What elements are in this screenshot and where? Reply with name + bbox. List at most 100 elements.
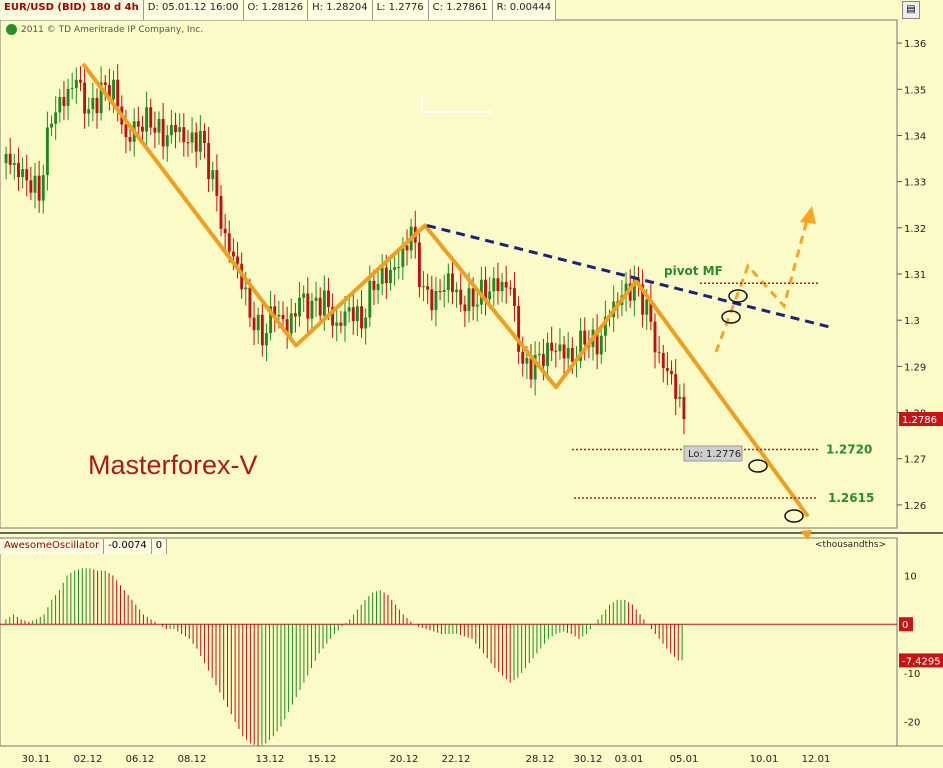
- candle-body: [211, 170, 215, 180]
- candle-body: [124, 124, 128, 138]
- candle-body: [521, 351, 525, 364]
- candle-body: [537, 354, 541, 356]
- candle-body: [500, 281, 504, 292]
- candle-body: [562, 344, 566, 359]
- candle-body: [645, 299, 649, 315]
- target2-level-label: 1.2615: [828, 491, 874, 505]
- candle-body: [599, 335, 603, 355]
- candle-body: [21, 169, 25, 178]
- candle-body: [302, 293, 306, 298]
- candle-body: [467, 288, 471, 312]
- candle-body: [79, 79, 82, 83]
- time-tick-label: 12.01: [802, 754, 831, 765]
- current-price-text: 1.2786: [902, 415, 937, 426]
- candle-body: [165, 135, 169, 147]
- price-tick-label: 1.32: [904, 224, 926, 235]
- candle-body: [442, 290, 446, 292]
- price-tick-label: 1.29: [904, 362, 926, 373]
- candle-body: [244, 287, 248, 290]
- window-menu-button[interactable]: ▤: [902, 1, 920, 19]
- candle-body: [314, 297, 318, 301]
- oscillator-panel: [0, 537, 898, 747]
- target1-level-label: 1.2720: [826, 442, 872, 456]
- candle-body: [678, 396, 682, 399]
- range-readout: R: 0.00444: [492, 0, 557, 20]
- candle-body: [190, 132, 194, 143]
- oscillator-tick-label: -20: [904, 718, 920, 729]
- time-tick-label: 30.12: [574, 754, 603, 765]
- candle-body: [451, 273, 454, 293]
- status-dot-icon: [6, 24, 17, 35]
- candle-body: [434, 291, 438, 311]
- candle-body: [161, 118, 165, 147]
- candle-body: [513, 288, 516, 307]
- candle-body: [310, 300, 314, 319]
- scale-label: <thousandths>: [815, 540, 887, 550]
- candle-body: [488, 291, 492, 300]
- candle-body: [112, 79, 115, 100]
- candle-body: [426, 286, 430, 290]
- candle-body: [169, 124, 173, 136]
- candle-body: [157, 118, 161, 133]
- copyright-line: 2011 © TD Ameritrade IP Company, Inc.: [6, 24, 203, 35]
- oscillator-name[interactable]: AwesomeOscillator: [0, 539, 105, 554]
- low-readout: L: 1.2776: [372, 0, 429, 20]
- candle-body: [4, 153, 8, 164]
- candle-body: [149, 107, 153, 128]
- candle-body: [256, 314, 260, 331]
- candle-body: [657, 352, 661, 354]
- open-readout: O: 1.28126: [243, 0, 309, 20]
- oscillator-zero-text: 0: [902, 620, 908, 631]
- symbol-label[interactable]: EUR/USD (BID) 180 d 4h: [0, 0, 144, 20]
- candle-body: [136, 121, 140, 127]
- candle-body: [368, 280, 372, 318]
- candle-body: [103, 82, 107, 86]
- time-tick-label: 15.12: [308, 754, 337, 765]
- candle-body: [508, 287, 512, 289]
- candle-body: [277, 314, 281, 317]
- chart-canvas[interactable]: 1.361.351.341.331.321.311.31.291.281.271…: [0, 0, 943, 768]
- quote-header: EUR/USD (BID) 180 d 4h D: 05.01.12 16:00…: [0, 0, 557, 20]
- candle-body: [33, 175, 37, 193]
- time-tick-label: 02.12: [74, 754, 103, 765]
- high-readout: H: 1.28204: [308, 0, 373, 20]
- candle-body: [504, 281, 508, 288]
- candle-body: [141, 126, 144, 132]
- candle-body: [74, 79, 78, 89]
- candle-body: [293, 313, 297, 317]
- candle-body: [360, 306, 363, 329]
- candle-body: [54, 112, 58, 124]
- candle-body: [496, 278, 500, 292]
- candle-body: [372, 280, 376, 291]
- candle-body: [471, 288, 475, 307]
- candle-body: [558, 344, 562, 352]
- price-tick-label: 1.27: [904, 455, 926, 466]
- candle-body: [566, 347, 570, 359]
- time-tick-label: 30.11: [22, 754, 51, 765]
- candle-body: [289, 313, 293, 334]
- candle-body: [554, 350, 558, 352]
- pivot-level-label: pivot MF: [664, 264, 723, 278]
- candle-body: [422, 286, 425, 288]
- close-readout: C: 1.27861: [428, 0, 493, 20]
- price-tick-label: 1.26: [904, 501, 926, 512]
- candle-body: [339, 322, 343, 326]
- price-tick-label: 1.35: [904, 85, 926, 96]
- candle-body: [219, 195, 223, 229]
- time-tick-label: 03.01: [615, 754, 644, 765]
- candle-body: [91, 97, 95, 110]
- oscillator-header: AwesomeOscillator -0.0074 0: [0, 539, 168, 554]
- candle-body: [322, 290, 326, 316]
- candle-body: [327, 290, 330, 307]
- candle-body: [335, 322, 339, 326]
- candle-body: [430, 289, 434, 311]
- candle-body: [66, 88, 70, 106]
- price-tick-label: 1.36: [904, 39, 926, 50]
- candle-body: [570, 347, 574, 362]
- candle-body: [252, 317, 256, 331]
- candle-body: [203, 131, 206, 144]
- candle-body: [417, 242, 421, 287]
- candle-body: [306, 293, 310, 319]
- candle-body: [347, 307, 351, 312]
- candle-body: [318, 297, 322, 316]
